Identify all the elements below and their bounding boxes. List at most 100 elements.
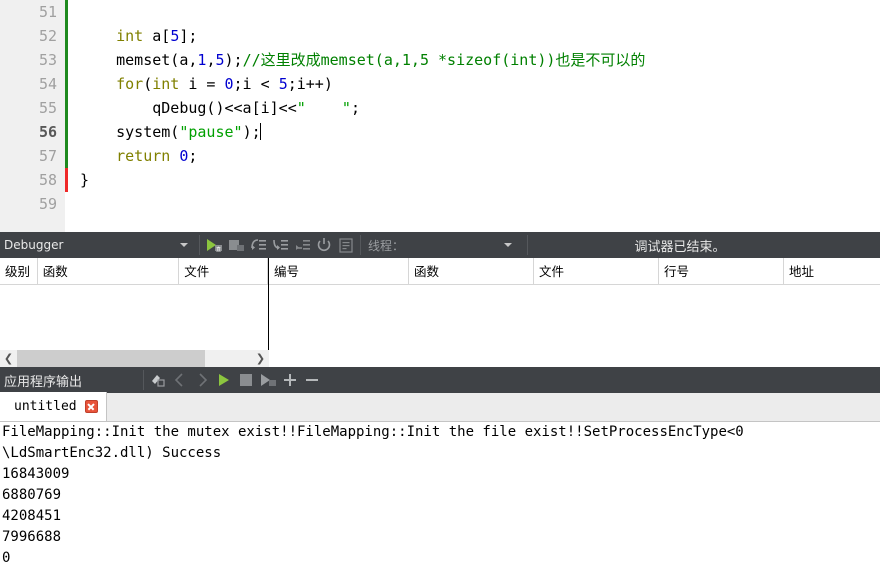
output-line: \LdSmartEnc32.dll) Success	[2, 445, 222, 461]
column-header[interactable]: 级别	[0, 258, 38, 285]
scroll-right-icon[interactable]: ❯	[252, 350, 269, 367]
code-line[interactable]: qDebug()<<a[i]<<" ";	[68, 96, 880, 120]
output-tab-bar[interactable]: untitled	[0, 392, 880, 422]
line-number-gutter: 51 52 53 54 55 56 57 58 59	[0, 0, 65, 232]
output-line: 7996688	[2, 529, 62, 545]
prev-item-button[interactable]	[169, 369, 191, 391]
column-header[interactable]: 行号	[659, 258, 784, 285]
code-text-area[interactable]: int a[5]; memset(a,1,5);//这里改成memset(a,1…	[68, 0, 880, 232]
line-number[interactable]: 57	[0, 144, 65, 168]
debugger-toolbar: Debugger 直 线程： 调试器已结束。	[0, 232, 880, 258]
code-token: //这里改成memset(a,1,5 *sizeof(int))也是不可以的	[242, 51, 646, 69]
application-output-pane[interactable]: FileMapping::Init the mutex exist!!FileM…	[0, 422, 880, 574]
code-token: 0	[224, 75, 234, 93]
column-header[interactable]: 函数	[409, 258, 534, 285]
continue-debug-button[interactable]: 直	[203, 234, 225, 256]
output-line: FileMapping::Init the mutex exist!!FileM…	[2, 424, 744, 440]
toolbar-separator-2	[360, 235, 361, 255]
code-line[interactable]	[68, 192, 880, 216]
application-output-toolbar: 应用程序输出	[0, 367, 880, 393]
debug-button[interactable]	[257, 369, 279, 391]
code-token: for	[116, 75, 144, 93]
code-token: system(	[80, 123, 180, 141]
step-over-button[interactable]	[247, 234, 269, 256]
zoom-out-button[interactable]	[301, 369, 323, 391]
output-line: 16843009	[2, 466, 70, 482]
code-line[interactable]: int a[5];	[68, 24, 880, 48]
line-number[interactable]: 59	[0, 192, 65, 216]
line-number[interactable]: 55	[0, 96, 65, 120]
code-line[interactable]: }	[68, 168, 880, 192]
debug-views-container: 级别 函数 文件 ❮ ❯ 编号 函数 文件 行号 地址	[0, 258, 880, 367]
code-token: ;i <	[233, 75, 279, 93]
code-token: a[	[143, 27, 171, 45]
line-number[interactable]: 53	[0, 48, 65, 72]
code-line[interactable]	[68, 0, 880, 24]
code-token: qDebug()<<a[i]<<	[80, 99, 297, 117]
toolbar-separator	[199, 235, 200, 255]
column-header[interactable]: 文件	[534, 258, 659, 285]
column-header[interactable]: 文件	[179, 258, 268, 285]
code-token: }	[80, 171, 90, 189]
output-toolbar-separator	[143, 370, 144, 390]
code-token: (	[143, 75, 153, 93]
output-tab[interactable]: untitled	[0, 392, 107, 421]
line-number[interactable]: 52	[0, 24, 65, 48]
output-line: 6880769	[2, 487, 62, 503]
debugger-selector-label: Debugger	[4, 238, 64, 252]
code-line[interactable]: for(int i = 0;i < 5;i++)	[68, 72, 880, 96]
column-header[interactable]: 编号	[269, 258, 409, 285]
output-tab-label: untitled	[14, 399, 77, 414]
code-token: ];	[179, 27, 198, 45]
instruction-view-button[interactable]	[335, 234, 357, 256]
close-icon[interactable]	[84, 400, 98, 413]
column-header[interactable]: 函数	[38, 258, 180, 285]
stack-view[interactable]: 编号 函数 文件 行号 地址	[269, 258, 880, 367]
code-token: " "	[296, 99, 351, 117]
output-line: 4208451	[2, 508, 62, 524]
code-token: 5	[215, 51, 225, 69]
code-editor[interactable]: 51 52 53 54 55 56 57 58 59 int a[5]; memset(a,1,…	[0, 0, 880, 232]
scrollbar-thumb[interactable]	[17, 350, 205, 367]
line-number[interactable]: 51	[0, 0, 65, 24]
code-token: 5	[170, 27, 180, 45]
code-token: ;	[188, 147, 198, 165]
scrollbar-track[interactable]	[17, 350, 252, 367]
chevron-down-icon	[180, 243, 188, 247]
stop-button[interactable]	[235, 369, 257, 391]
svg-text:直: 直	[216, 246, 221, 253]
next-item-button[interactable]	[191, 369, 213, 391]
debugger-selector-combo[interactable]: Debugger	[0, 232, 196, 258]
zoom-in-button[interactable]	[279, 369, 301, 391]
code-line[interactable]: memset(a,1,5);//这里改成memset(a,1,5 *sizeof…	[68, 48, 880, 72]
code-token: "pause"	[179, 123, 243, 141]
stop-debug-button[interactable]	[225, 234, 247, 256]
thread-label: 线程：	[368, 238, 405, 253]
output-line: 0	[2, 550, 11, 566]
column-header[interactable]: 地址	[784, 258, 880, 285]
code-token: i =	[179, 75, 225, 93]
line-number[interactable]: 56	[0, 120, 65, 144]
application-output-title: 应用程序输出	[4, 374, 83, 390]
clear-output-button[interactable]	[147, 369, 169, 391]
run-button[interactable]	[213, 369, 235, 391]
line-number[interactable]: 58	[0, 168, 65, 192]
issues-horizontal-scrollbar[interactable]: ❮ ❯	[0, 350, 269, 367]
code-token: memset(a,	[80, 51, 198, 69]
code-line[interactable]: return 0;	[68, 144, 880, 168]
step-out-button[interactable]	[291, 234, 313, 256]
line-number[interactable]: 54	[0, 72, 65, 96]
issues-header-row[interactable]: 级别 函数 文件	[0, 258, 268, 285]
debugger-status-text: 调试器已结束。	[634, 239, 726, 255]
scroll-left-icon[interactable]: ❮	[0, 350, 17, 367]
code-token: );	[224, 51, 243, 69]
restart-debug-button[interactable]	[313, 234, 335, 256]
code-line[interactable]: system("pause");	[68, 120, 880, 144]
stack-header-row[interactable]: 编号 函数 文件 行号 地址	[269, 258, 880, 285]
step-into-button[interactable]	[269, 234, 291, 256]
issues-view[interactable]: 级别 函数 文件 ❮ ❯	[0, 258, 269, 367]
code-token: int	[152, 75, 180, 93]
